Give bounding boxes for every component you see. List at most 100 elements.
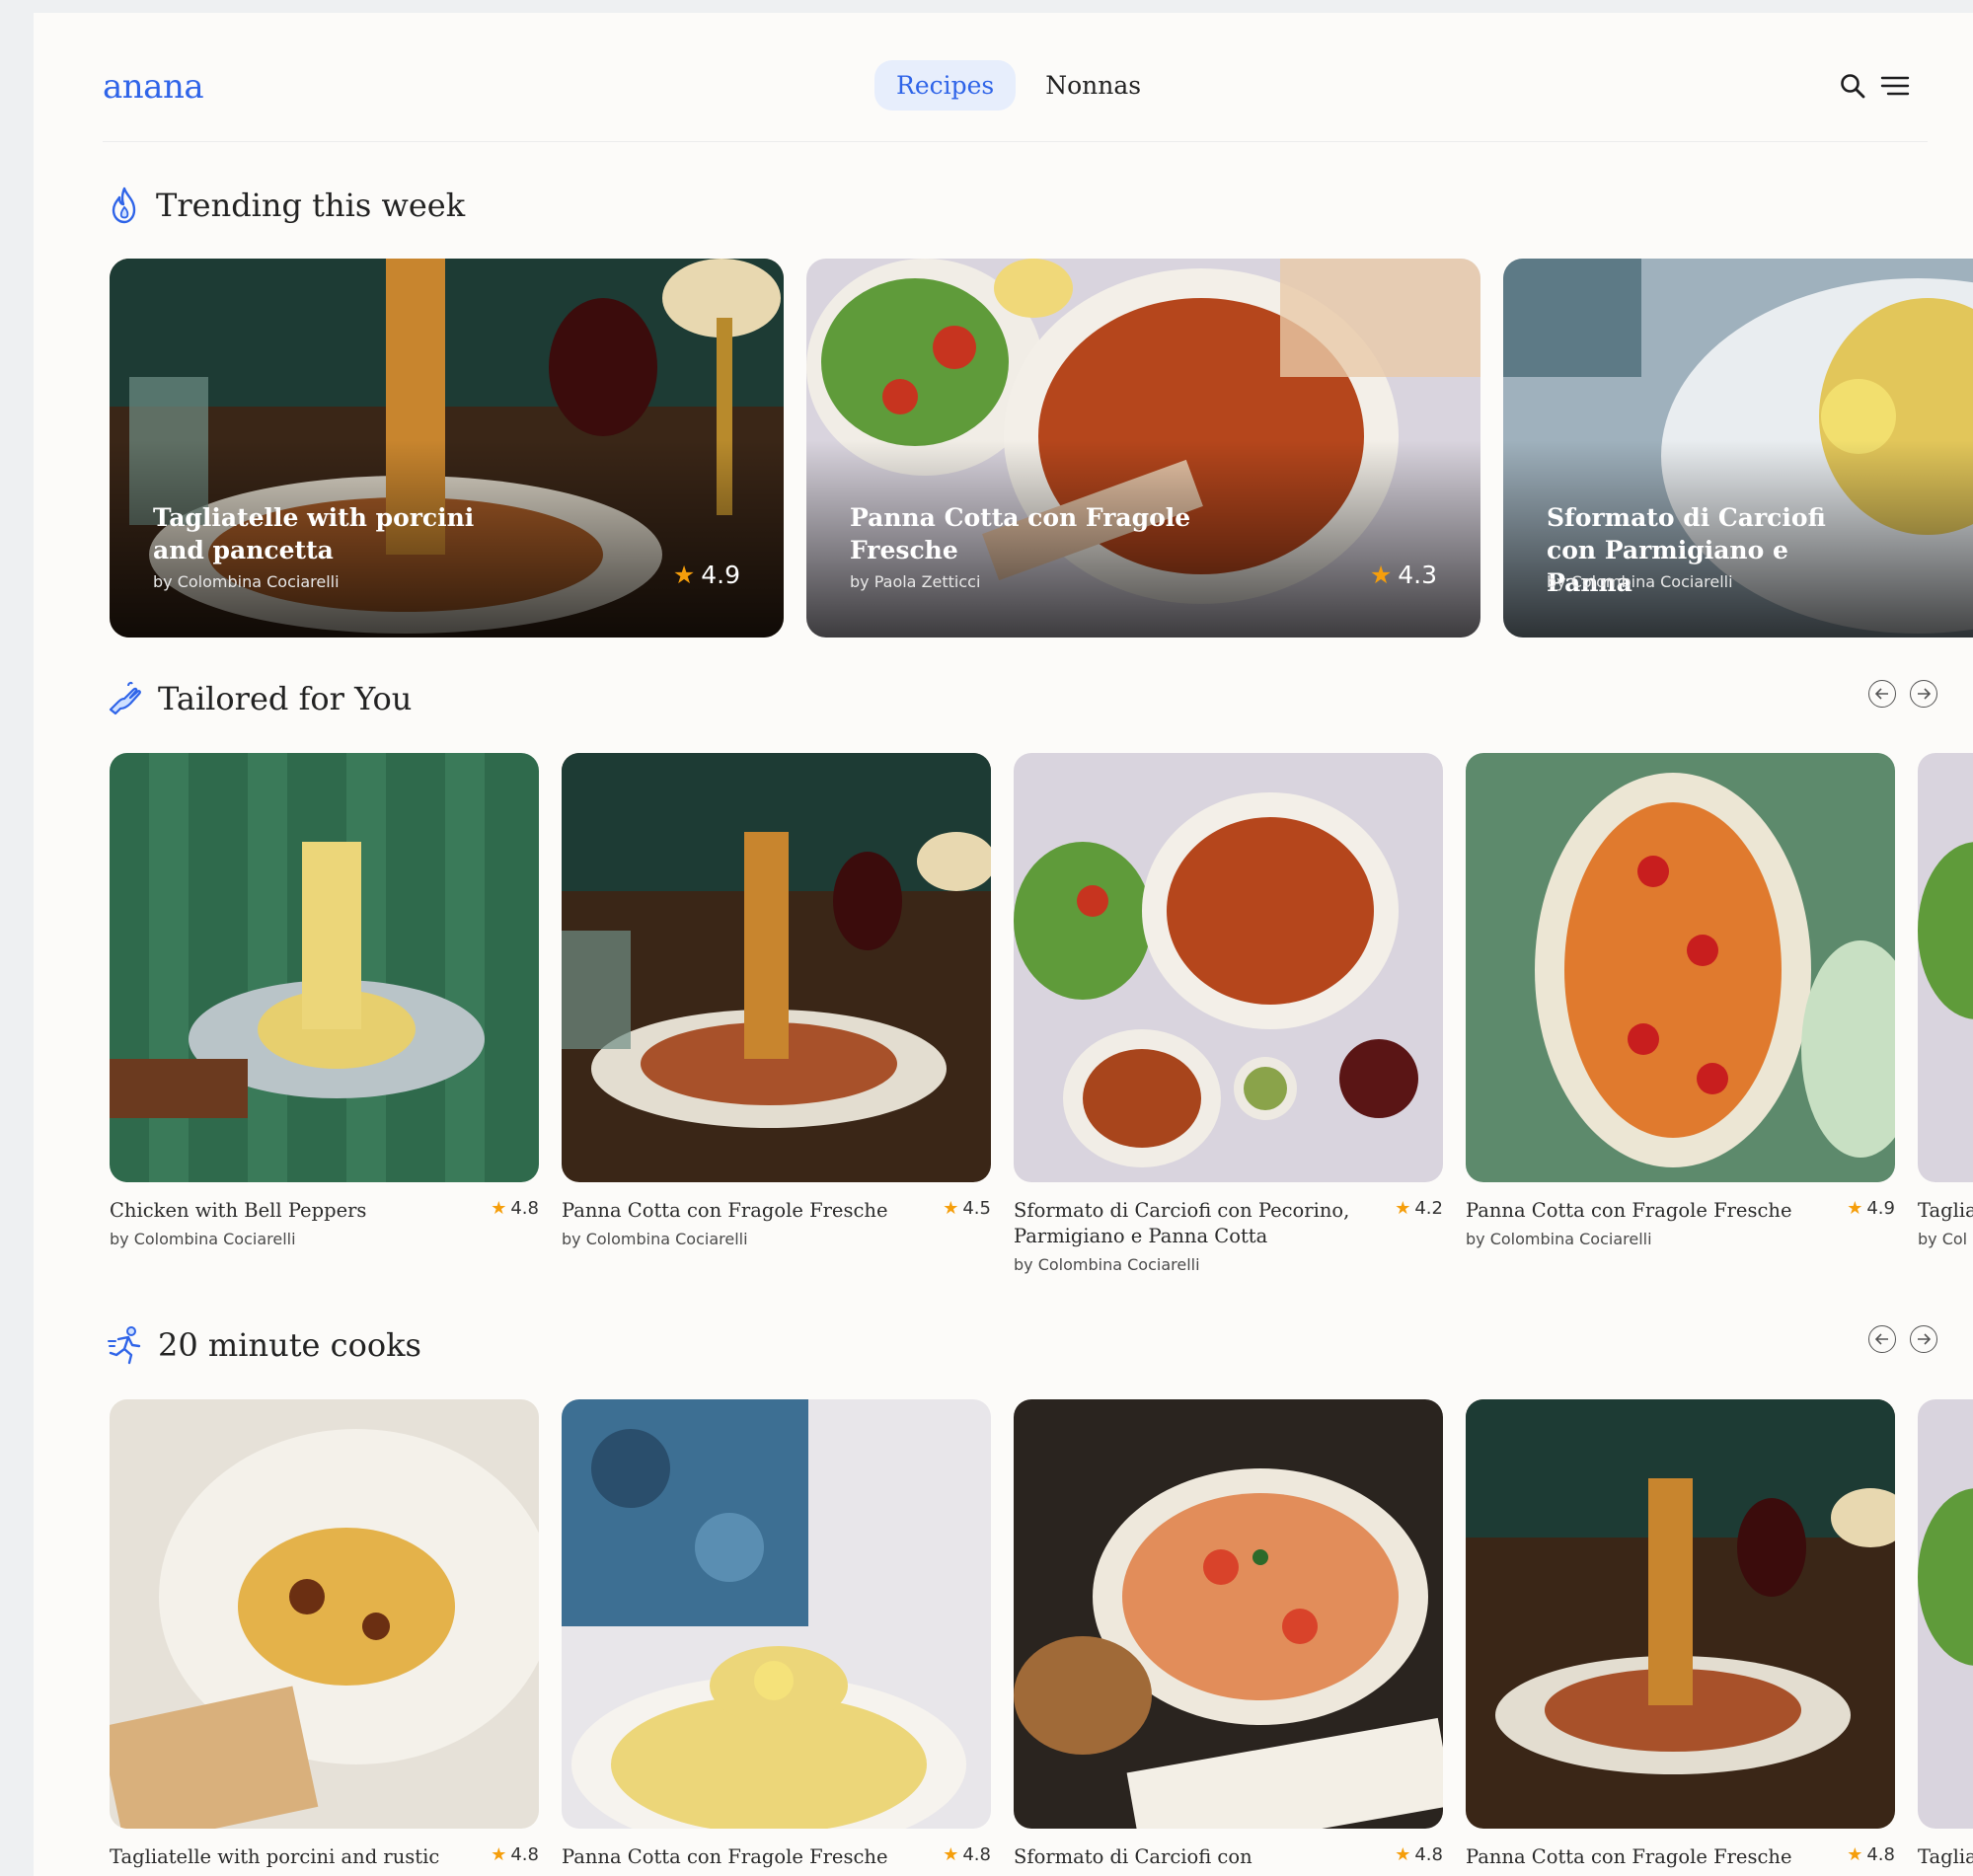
search-icon[interactable]: [1839, 72, 1866, 100]
rating-value: 4.8: [510, 1844, 539, 1865]
recipe-image: [1918, 753, 1973, 1182]
star-icon: ★: [1395, 1198, 1411, 1219]
star-icon: ★: [672, 561, 696, 589]
rating: ★ 4.8: [491, 1198, 539, 1219]
rating-value: 4.2: [1414, 1198, 1443, 1219]
card-meta: Panna Cotta con Fragole Fresche by Colom…: [1466, 1198, 1895, 1248]
card-meta: Panna Cotta con Fragole Fresche ★ 4.8: [1466, 1844, 1895, 1870]
recipe-image: [110, 1399, 539, 1829]
trending-title: Trending this week: [156, 187, 466, 224]
card-meta: Taglia: [1918, 1844, 1973, 1870]
card-title: Tagliatelle with porcini and rustic: [110, 1845, 440, 1868]
recipe-image: [1466, 753, 1895, 1182]
recipe-card[interactable]: Panna Cotta con Fragole Fresche ★ 4.8: [562, 1399, 991, 1870]
carousel-controls: [1868, 1325, 1937, 1353]
rating-value: 4.5: [962, 1198, 991, 1219]
rating: ★ 4.9: [673, 561, 740, 589]
rating: ★ 4.8: [491, 1844, 539, 1865]
card-meta: Tagliatelle with porcini and rustic ★ 4.8: [110, 1844, 539, 1870]
recipe-image: [1014, 1399, 1443, 1829]
rating: ★ 4.2: [1395, 1198, 1443, 1219]
tab-nonnas[interactable]: Nonnas: [1024, 60, 1163, 111]
recipe-image: [1466, 1399, 1895, 1829]
app-frame: anana Recipes Nonnas Trending this week: [34, 13, 1973, 1876]
quick-heading: 20 minute cooks: [107, 1325, 421, 1365]
recipe-card[interactable]: Sformato di Carciofi con Pecorino, Parmi…: [1014, 753, 1443, 1274]
card-title: Panna Cotta con Fragole Fresche: [562, 1199, 888, 1222]
card-title: Sformato di Carciofi con Pecorino, Parmi…: [1014, 1199, 1350, 1247]
logo[interactable]: anana: [103, 67, 204, 107]
rating-value: 4.9: [701, 561, 740, 589]
card-title: Tagliatelle with porcini and pancetta: [153, 503, 475, 564]
rating-value: 4.3: [1398, 561, 1437, 589]
rating: ★ 4.8: [1847, 1844, 1895, 1865]
star-icon: ★: [491, 1844, 507, 1865]
card-title: Chicken with Bell Peppers: [110, 1199, 367, 1222]
trending-card[interactable]: Tagliatelle with porcini and pancetta by…: [110, 259, 784, 638]
card-meta: Sformato di Carciofi con ★ 4.8: [1014, 1844, 1443, 1870]
recipe-card[interactable]: Taglia: [1918, 1399, 1973, 1870]
card-title: Panna Cotta con Fragole Fresche: [850, 503, 1191, 564]
recipe-card[interactable]: Taglia panc by Col: [1918, 753, 1973, 1248]
star-icon: ★: [491, 1198, 507, 1219]
card-author: by Colombina Cociarelli: [110, 1230, 296, 1248]
prev-arrow-icon[interactable]: [1868, 680, 1896, 708]
tailored-title: Tailored for You: [158, 680, 413, 717]
recipe-card[interactable]: Sformato di Carciofi con ★ 4.8: [1014, 1399, 1443, 1870]
rating-value: 4.8: [510, 1198, 539, 1219]
rating-value: 4.8: [1866, 1844, 1895, 1865]
recipe-card[interactable]: Chicken with Bell Peppers by Colombina C…: [110, 753, 539, 1248]
carousel-controls: [1868, 680, 1937, 708]
card-title: Panna Cotta con Fragole Fresche: [562, 1845, 888, 1868]
running-icon: [107, 1325, 144, 1365]
flame-icon: [107, 186, 142, 225]
header-divider: [103, 141, 1928, 142]
card-title: Taglia panc: [1918, 1199, 1973, 1222]
star-icon: ★: [1395, 1844, 1411, 1865]
card-title: Taglia: [1918, 1845, 1973, 1868]
next-arrow-icon[interactable]: [1910, 680, 1937, 708]
card-meta: Panna Cotta con Fragole Fresche ★ 4.8: [562, 1844, 991, 1870]
trending-card[interactable]: Sformato di Carciofi con Parmigiano e Pa…: [1503, 259, 1973, 638]
card-meta: Taglia panc by Col: [1918, 1198, 1973, 1248]
main-nav: Recipes Nonnas: [874, 60, 1163, 111]
rating: ★ 4.5: [943, 1198, 991, 1219]
card-author: by Colombina Cociarelli: [1547, 572, 1733, 591]
rating: ★ 4.8: [943, 1844, 991, 1865]
trending-heading: Trending this week: [107, 186, 465, 225]
hand-icon: [107, 680, 144, 717]
quick-title: 20 minute cooks: [158, 1326, 421, 1364]
prev-arrow-icon[interactable]: [1868, 1325, 1896, 1353]
rating-value: 4.9: [1866, 1198, 1895, 1219]
recipe-image: [562, 753, 991, 1182]
recipe-image: [1918, 1399, 1973, 1829]
card-title: Panna Cotta con Fragole Fresche: [1466, 1199, 1792, 1222]
star-icon: ★: [1369, 561, 1393, 589]
rating: ★ 4.9: [1847, 1198, 1895, 1219]
tailored-heading: Tailored for You: [107, 680, 412, 717]
recipe-card[interactable]: Panna Cotta con Fragole Fresche ★ 4.8: [1466, 1399, 1895, 1870]
card-author: by Colombina Cociarelli: [562, 1230, 748, 1248]
next-arrow-icon[interactable]: [1910, 1325, 1937, 1353]
recipe-card[interactable]: Panna Cotta con Fragole Fresche by Colom…: [1466, 753, 1895, 1248]
card-author: by Colombina Cociarelli: [153, 572, 340, 591]
recipe-card[interactable]: Panna Cotta con Fragole Fresche by Colom…: [562, 753, 991, 1248]
rating-value: 4.8: [1414, 1844, 1443, 1865]
card-meta: Chicken with Bell Peppers by Colombina C…: [110, 1198, 539, 1248]
card-author: by Colombina Cociarelli: [1466, 1230, 1652, 1248]
card-title: Panna Cotta con Fragole Fresche: [1466, 1845, 1792, 1868]
trending-card[interactable]: Panna Cotta con Fragole Fresche by Paola…: [806, 259, 1480, 638]
card-author: by Paola Zetticci: [850, 572, 981, 591]
menu-icon[interactable]: [1880, 74, 1910, 98]
star-icon: ★: [1847, 1198, 1863, 1219]
card-title: Sformato di Carciofi con: [1014, 1845, 1252, 1868]
card-meta: Panna Cotta con Fragole Fresche by Colom…: [562, 1198, 991, 1248]
recipe-image: [562, 1399, 991, 1829]
header-actions: [1839, 72, 1910, 100]
recipe-card[interactable]: Tagliatelle with porcini and rustic ★ 4.8: [110, 1399, 539, 1870]
tab-recipes[interactable]: Recipes: [874, 60, 1017, 111]
rating: ★ 4.8: [1395, 1844, 1443, 1865]
recipe-image: [1014, 753, 1443, 1182]
card-author: by Colombina Cociarelli: [1014, 1255, 1200, 1274]
card-author: by Col: [1918, 1230, 1968, 1248]
